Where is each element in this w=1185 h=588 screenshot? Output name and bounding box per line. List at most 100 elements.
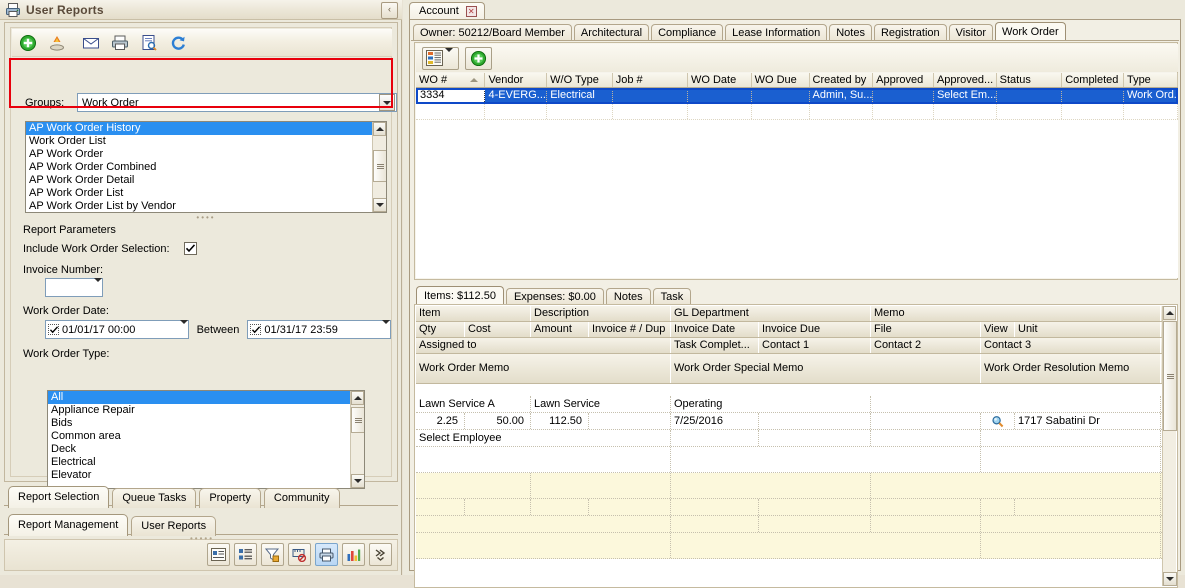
- cell-contact-3[interactable]: [981, 430, 1161, 446]
- preview-icon[interactable]: [136, 30, 162, 56]
- table-row[interactable]: 3334 4-EVERG... Electrical Admin, Su... …: [416, 88, 1178, 104]
- cell-created-by[interactable]: Admin, Su...: [810, 88, 874, 104]
- date-to-checkbox[interactable]: [250, 324, 262, 335]
- date-to-picker[interactable]: 01/31/17 23:59: [247, 319, 391, 339]
- list-item[interactable]: AP Work Order List by Vendor: [26, 200, 386, 212]
- scrollbar-thumb[interactable]: [351, 407, 364, 433]
- list-item[interactable]: Appliance Repair: [48, 404, 364, 417]
- column-header-invoice-number-dup[interactable]: Invoice # / Dup: [589, 322, 671, 337]
- column-header-gl-department[interactable]: GL Department: [671, 306, 871, 321]
- scroll-up-icon[interactable]: [373, 122, 386, 136]
- magnifier-icon[interactable]: [991, 415, 1004, 428]
- scroll-down-icon[interactable]: [351, 474, 364, 488]
- add-icon[interactable]: [15, 30, 41, 56]
- work-order-grid[interactable]: WO # Vendor W/O Type Job # WO Date WO Du…: [416, 73, 1178, 278]
- column-header-approved-by[interactable]: Approved...: [934, 73, 997, 87]
- list-splitter[interactable]: ••••: [25, 213, 387, 222]
- column-header-work-order-resolution-memo[interactable]: Work Order Resolution Memo: [981, 354, 1161, 383]
- column-header-task-completed[interactable]: Task Complet...: [671, 338, 759, 353]
- chevron-down-icon[interactable]: [379, 94, 395, 111]
- cell-vendor[interactable]: 4-EVERG...: [485, 88, 548, 104]
- add-work-order-icon[interactable]: [465, 46, 492, 70]
- print-icon[interactable]: [107, 30, 133, 56]
- cell-unit[interactable]: 1717 Sabatini Dr: [1015, 413, 1161, 429]
- table-row[interactable]: Select Employee: [416, 430, 1162, 447]
- scroll-up-icon[interactable]: [351, 391, 364, 405]
- column-header-status[interactable]: Status: [997, 73, 1063, 87]
- cell-qty[interactable]: 2.25: [416, 413, 465, 429]
- tab-owner[interactable]: Owner: 50212/Board Member: [413, 24, 572, 41]
- column-header-view[interactable]: View: [981, 322, 1015, 337]
- column-header-contact-3[interactable]: Contact 3: [981, 338, 1161, 353]
- column-header-invoice-date[interactable]: Invoice Date: [671, 322, 759, 337]
- cell-completed[interactable]: [1062, 88, 1124, 104]
- cell-view[interactable]: [981, 413, 1015, 429]
- tab-registration[interactable]: Registration: [873, 24, 947, 41]
- tab-report-selection[interactable]: Report Selection: [8, 486, 110, 508]
- cell-file[interactable]: [871, 413, 981, 429]
- column-header-qty[interactable]: Qty: [416, 322, 465, 337]
- table-row[interactable]: Lawn Service A Lawn Service Operating: [416, 396, 1162, 413]
- contact-card-icon[interactable]: [207, 543, 230, 566]
- column-header-invoice-due[interactable]: Invoice Due: [759, 322, 871, 337]
- list-item[interactable]: AP Work Order: [26, 148, 386, 161]
- cell-wo-due[interactable]: [752, 88, 810, 104]
- email-icon[interactable]: [78, 30, 104, 56]
- cell-invoice-number-dup[interactable]: [589, 413, 671, 429]
- groups-combobox[interactable]: Work Order: [77, 93, 397, 112]
- scroll-down-icon[interactable]: [1163, 572, 1177, 586]
- column-header-amount[interactable]: Amount: [531, 322, 589, 337]
- column-header-item[interactable]: Item: [416, 306, 531, 321]
- table-row-new[interactable]: [416, 533, 1162, 559]
- cell-amount[interactable]: 112.50: [531, 413, 589, 429]
- column-header-cost[interactable]: Cost: [465, 322, 531, 337]
- column-header-approved[interactable]: Approved: [873, 73, 934, 87]
- include-selection-checkbox[interactable]: [183, 242, 197, 255]
- chevron-down-icon[interactable]: [94, 277, 102, 294]
- list-item[interactable]: AP Work Order List: [26, 187, 386, 200]
- column-header-wo-date[interactable]: WO Date: [688, 73, 752, 87]
- tab-notes[interactable]: Notes: [829, 24, 872, 41]
- cell-description[interactable]: Lawn Service: [531, 396, 671, 412]
- cell-contact-2[interactable]: [871, 430, 981, 446]
- column-header-file[interactable]: File: [871, 322, 981, 337]
- cell-cost[interactable]: 50.00: [465, 413, 531, 429]
- cell-wo-number[interactable]: 3334: [416, 88, 486, 104]
- refresh-icon[interactable]: [165, 30, 191, 56]
- list-item[interactable]: Work Order List: [26, 135, 386, 148]
- table-row-new[interactable]: [416, 516, 1162, 533]
- cell-contact-1[interactable]: [759, 430, 871, 446]
- tab-compliance[interactable]: Compliance: [651, 24, 724, 41]
- column-header-description[interactable]: Description: [531, 306, 671, 321]
- tab-work-order[interactable]: Work Order: [995, 22, 1066, 41]
- work-order-type-list[interactable]: All Appliance Repair Bids Common area De…: [47, 390, 365, 489]
- tab-visitor[interactable]: Visitor: [948, 24, 994, 41]
- table-row[interactable]: 2.25 50.00 112.50 7/25/2016 1717 Sabatin…: [416, 413, 1162, 430]
- tab-user-reports[interactable]: User Reports: [131, 516, 217, 536]
- column-header-completed[interactable]: Completed: [1062, 73, 1124, 87]
- column-header-job-number[interactable]: Job #: [613, 73, 688, 87]
- column-header-vendor[interactable]: Vendor: [485, 73, 548, 87]
- chevron-down-icon[interactable]: [445, 48, 453, 64]
- tab-expenses[interactable]: Expenses: $0.00: [505, 288, 604, 305]
- chart-icon[interactable]: [342, 543, 365, 566]
- cell-assigned-to[interactable]: Select Employee: [416, 430, 671, 446]
- tab-task[interactable]: Task: [652, 288, 692, 305]
- scroll-up-icon[interactable]: [1163, 306, 1176, 320]
- column-header-contact-1[interactable]: Contact 1: [759, 338, 871, 353]
- export-icon[interactable]: [44, 30, 70, 56]
- scroll-down-icon[interactable]: [373, 198, 386, 212]
- detail-grid[interactable]: Item Description GL Department Memo Qty …: [414, 304, 1178, 588]
- filter-icon[interactable]: [261, 543, 284, 566]
- tab-community[interactable]: Community: [263, 488, 340, 508]
- table-row-empty[interactable]: [416, 104, 1178, 120]
- invoice-number-combobox[interactable]: [45, 277, 103, 297]
- tab-property[interactable]: Property: [199, 488, 261, 508]
- date-from-picker[interactable]: 01/01/17 00:00: [45, 319, 189, 339]
- list-view-icon[interactable]: [234, 543, 257, 566]
- print-icon[interactable]: [315, 543, 338, 566]
- cell-memo[interactable]: [871, 396, 1161, 412]
- chevron-down-icon[interactable]: [382, 319, 390, 336]
- type-list-scrollbar[interactable]: [350, 391, 364, 488]
- more-chevron-icon[interactable]: [369, 543, 392, 566]
